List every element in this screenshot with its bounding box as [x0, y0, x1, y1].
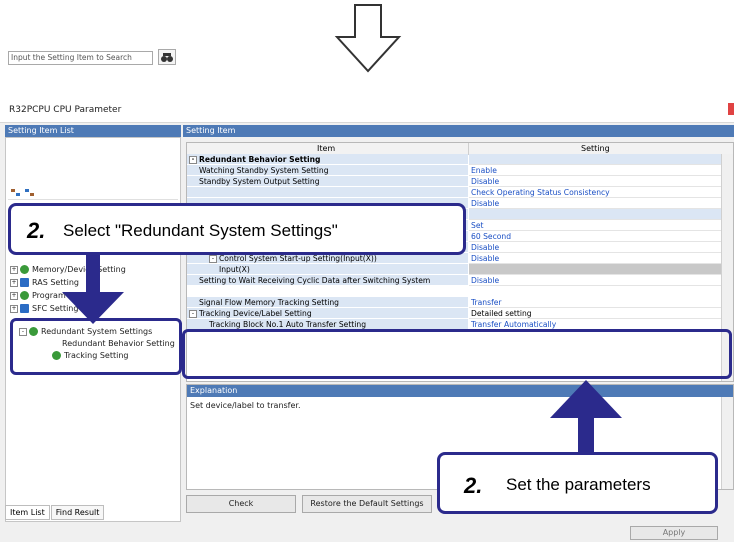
search-input[interactable]: Input the Setting Item to Search	[8, 51, 153, 65]
column-header-setting[interactable]: Setting	[581, 144, 610, 153]
callout-number: 2.	[27, 218, 46, 243]
tree-toolbar-area	[8, 181, 178, 200]
setting-row[interactable]: Watching Standby System Setting Enable	[187, 165, 723, 176]
setting-row[interactable]: Signal Flow Memory Tracking Setting Trans…	[187, 297, 723, 308]
setting-item-label: Setting to Wait Receiving Cyclic Data af…	[199, 276, 431, 285]
setting-item-cell: - Tracking Device/Label Setting	[187, 308, 468, 319]
search-button[interactable]	[158, 49, 176, 65]
expand-icon[interactable]: +	[10, 265, 18, 274]
setting-value-cell[interactable]: Disable	[469, 242, 723, 253]
header-divider	[468, 143, 469, 154]
setting-item-label: Redundant Behavior Setting	[199, 155, 321, 164]
restore-defaults-button[interactable]: Restore the Default Settings	[302, 495, 432, 513]
setting-item-cell: - Redundant Behavior Setting	[187, 154, 468, 165]
sfc-icon	[20, 304, 29, 313]
setting-row[interactable]: - Redundant Behavior Setting	[187, 154, 723, 165]
setting-item-header: Setting Item	[183, 125, 734, 137]
callout-number: 2.	[464, 473, 483, 498]
left-tabs: Item List Find Result	[5, 505, 105, 520]
setting-row[interactable]: Check Operating Status Consistency	[187, 187, 723, 198]
setting-row[interactable]: - Tracking Device/Label Setting Detailed s…	[187, 308, 723, 319]
title-bar: R32PCPU CPU Parameter	[0, 100, 734, 123]
setting-item-cell: Watching Standby System Setting	[187, 165, 468, 176]
right-up-arrow-icon	[550, 380, 622, 454]
set-callout: 2. Set the parameters	[437, 452, 718, 514]
setting-value-cell[interactable]: Disable	[469, 275, 723, 286]
select-callout: 2. Select "Redundant System Settings"	[8, 203, 466, 255]
setting-item-cell	[187, 187, 468, 198]
setting-row[interactable]: Input(X)	[187, 264, 723, 275]
setting-value-cell[interactable]: Set	[469, 220, 723, 231]
tab-item-list[interactable]: Item List	[5, 505, 50, 520]
setting-item-cell: Setting to Wait Receiving Cyclic Data af…	[187, 275, 468, 286]
setting-item-label: Watching Standby System Setting	[199, 166, 329, 175]
setting-item-label: Control System Start-up Setting(Input(X)…	[219, 254, 377, 263]
down-arrow-icon	[334, 4, 402, 73]
check-button[interactable]: Check	[186, 495, 296, 513]
setting-value-cell[interactable]	[469, 209, 723, 220]
collapse-icon[interactable]: -	[209, 255, 217, 263]
column-header-item[interactable]: Item	[317, 144, 335, 153]
setting-value-cell[interactable]	[469, 154, 723, 165]
setting-value-cell[interactable]: 60 Second	[469, 231, 723, 242]
expand-icon[interactable]: +	[10, 291, 18, 300]
setting-item-label: Tracking Device/Label Setting	[199, 309, 312, 318]
setting-value-cell[interactable]: Disable	[469, 198, 723, 209]
setting-row[interactable]: Standby System Output Setting Disable	[187, 176, 723, 187]
setting-value-cell[interactable]: Check Operating Status Consistency	[469, 187, 723, 198]
explanation-scrollbar[interactable]	[721, 397, 733, 489]
tab-find-result[interactable]: Find Result	[50, 505, 105, 520]
binoculars-icon	[161, 53, 173, 62]
expand-icon[interactable]: +	[10, 278, 18, 287]
setting-item-label: Input(X)	[219, 265, 250, 274]
setting-item-label: Signal Flow Memory Tracking Setting	[199, 298, 340, 307]
parameters-highlight-box	[182, 329, 732, 379]
callout-text: Set the parameters	[506, 475, 651, 494]
setting-value-cell[interactable]	[469, 264, 723, 275]
setting-item-label: Standby System Output Setting	[199, 177, 320, 186]
setting-value-cell[interactable]: Transfer	[469, 297, 723, 308]
setting-item-label: Tracking Block No.1 Auto Transfer Settin…	[209, 320, 367, 329]
setting-item-cell: Input(X)	[187, 264, 468, 275]
setting-value-cell[interactable]: Disable	[469, 253, 723, 264]
collapse-icon[interactable]: -	[189, 156, 197, 164]
window-title: R32PCPU CPU Parameter	[9, 105, 122, 115]
setting-item-cell: Signal Flow Memory Tracking Setting	[187, 297, 468, 308]
setting-item-list-header: Setting Item List	[5, 125, 181, 137]
program-icon	[20, 291, 29, 300]
collapse-icon[interactable]: -	[189, 310, 197, 318]
ras-icon	[20, 278, 29, 287]
gear-icon	[20, 265, 29, 274]
apply-button[interactable]: Apply	[630, 526, 718, 540]
setting-value-cell[interactable]: Disable	[469, 176, 723, 187]
setting-value-cell[interactable]: Enable	[469, 165, 723, 176]
explanation-header: Explanation	[187, 385, 733, 397]
explanation-text: Set device/label to transfer.	[190, 401, 301, 410]
close-button[interactable]	[728, 103, 734, 115]
callout-text: Select "Redundant System Settings"	[63, 221, 338, 240]
expand-icon[interactable]: +	[10, 304, 18, 313]
setting-row[interactable]: Setting to Wait Receiving Cyclic Data af…	[187, 275, 723, 286]
tree-highlight-box	[10, 318, 182, 375]
setting-item-cell: Standby System Output Setting	[187, 176, 468, 187]
setting-value-cell[interactable]: Detailed setting	[469, 308, 723, 319]
